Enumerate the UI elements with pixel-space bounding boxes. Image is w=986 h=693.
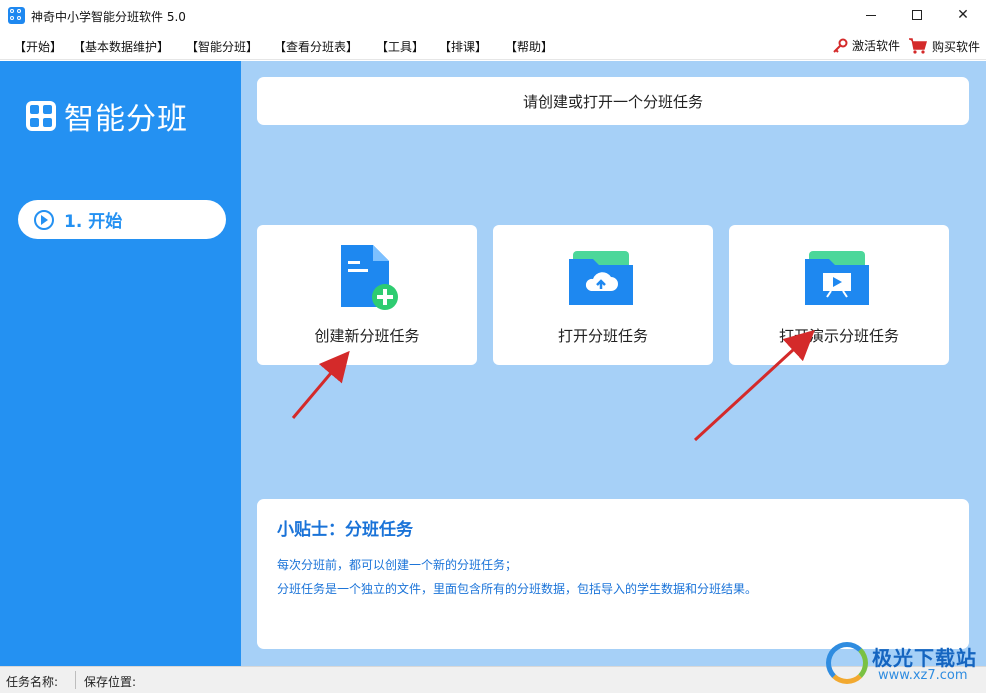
minimize-icon [866,14,876,16]
open-task-label: 打开分班任务 [557,327,648,345]
maximize-icon [912,10,922,20]
new-document-icon [341,245,398,310]
tips-text: 每次分班前，都可以创建一个新的分班任务； [277,558,518,572]
activate-software-button[interactable]: 激活软件 [832,37,900,54]
watermark-url: www.xz7.com [878,668,968,683]
key-icon [833,38,848,53]
close-icon: ✕ [957,7,969,23]
menu-tools[interactable]: 【工具】 [376,38,424,55]
sidebar-item-label: 1. 开始 [64,212,123,232]
close-button[interactable]: ✕ [940,0,986,30]
shopping-cart-icon [909,38,927,54]
save-location-label: 保存位置: [84,675,137,689]
sidebar-item-start[interactable]: 1. 开始 [18,200,226,239]
logo-icon [26,101,56,131]
menu-view-class-table[interactable]: 【查看分班表】 [274,38,358,55]
menu-scheduling[interactable]: 【排课】 [439,38,487,55]
tips-title: 小贴士：分班任务 [277,520,413,540]
app-logo: 智能分班 [26,94,188,138]
menu-bar: 【开始】 【基本数据维护】 【智能分班】 【查看分班表】 【工具】 【排课】 【… [0,32,986,60]
sidebar: 智能分班 1. 开始 [0,61,241,666]
create-task-label: 创建新分班任务 [314,327,420,345]
activate-software-label: 激活软件 [852,39,901,53]
menu-start[interactable]: 【开始】 [14,38,62,55]
menu-basic-data[interactable]: 【基本数据维护】 [73,38,169,55]
cloud-folder-icon [569,251,633,305]
create-task-card[interactable]: 创建新分班任务 [257,225,477,365]
status-divider [75,671,76,689]
page-banner: 请创建或打开一个分班任务 [257,77,969,125]
play-circle-icon [34,209,54,230]
window-title: 神奇中小学智能分班软件 5.0 [31,10,186,24]
minimize-button[interactable] [848,0,894,30]
open-task-card[interactable]: 打开分班任务 [493,225,713,365]
watermark-text: 极光下载站 [872,646,977,670]
watermark: 极光下载站 www.xz7.com [826,640,982,688]
buy-software-label: 购买软件 [932,39,981,54]
main-panel: 请创建或打开一个分班任务 创建新分班任务 打开分班任务 打开演示分班任务 小贴士… [241,61,986,666]
task-name-label: 任务名称: [6,675,59,689]
open-demo-task-label: 打开演示分班任务 [778,327,899,345]
title-bar: 神奇中小学智能分班软件 5.0 ✕ [0,0,986,32]
open-demo-task-card[interactable]: 打开演示分班任务 [729,225,949,365]
maximize-button[interactable] [894,0,940,30]
presentation-folder-icon [805,251,869,305]
tips-panel: 小贴士：分班任务 每次分班前，都可以创建一个新的分班任务； 分班任务是一个独立的… [257,499,969,649]
app-icon [8,7,25,24]
menu-smart-class[interactable]: 【智能分班】 [186,38,258,55]
buy-software-button[interactable]: 购买软件 [908,37,980,55]
tips-text: 分班任务是一个独立的文件，里面包含所有的分班数据，包括导入的学生数据和分班结果。 [277,582,758,596]
watermark-logo-icon [826,642,868,684]
menu-help[interactable]: 【帮助】 [505,38,553,55]
logo-text: 智能分班 [64,102,188,137]
